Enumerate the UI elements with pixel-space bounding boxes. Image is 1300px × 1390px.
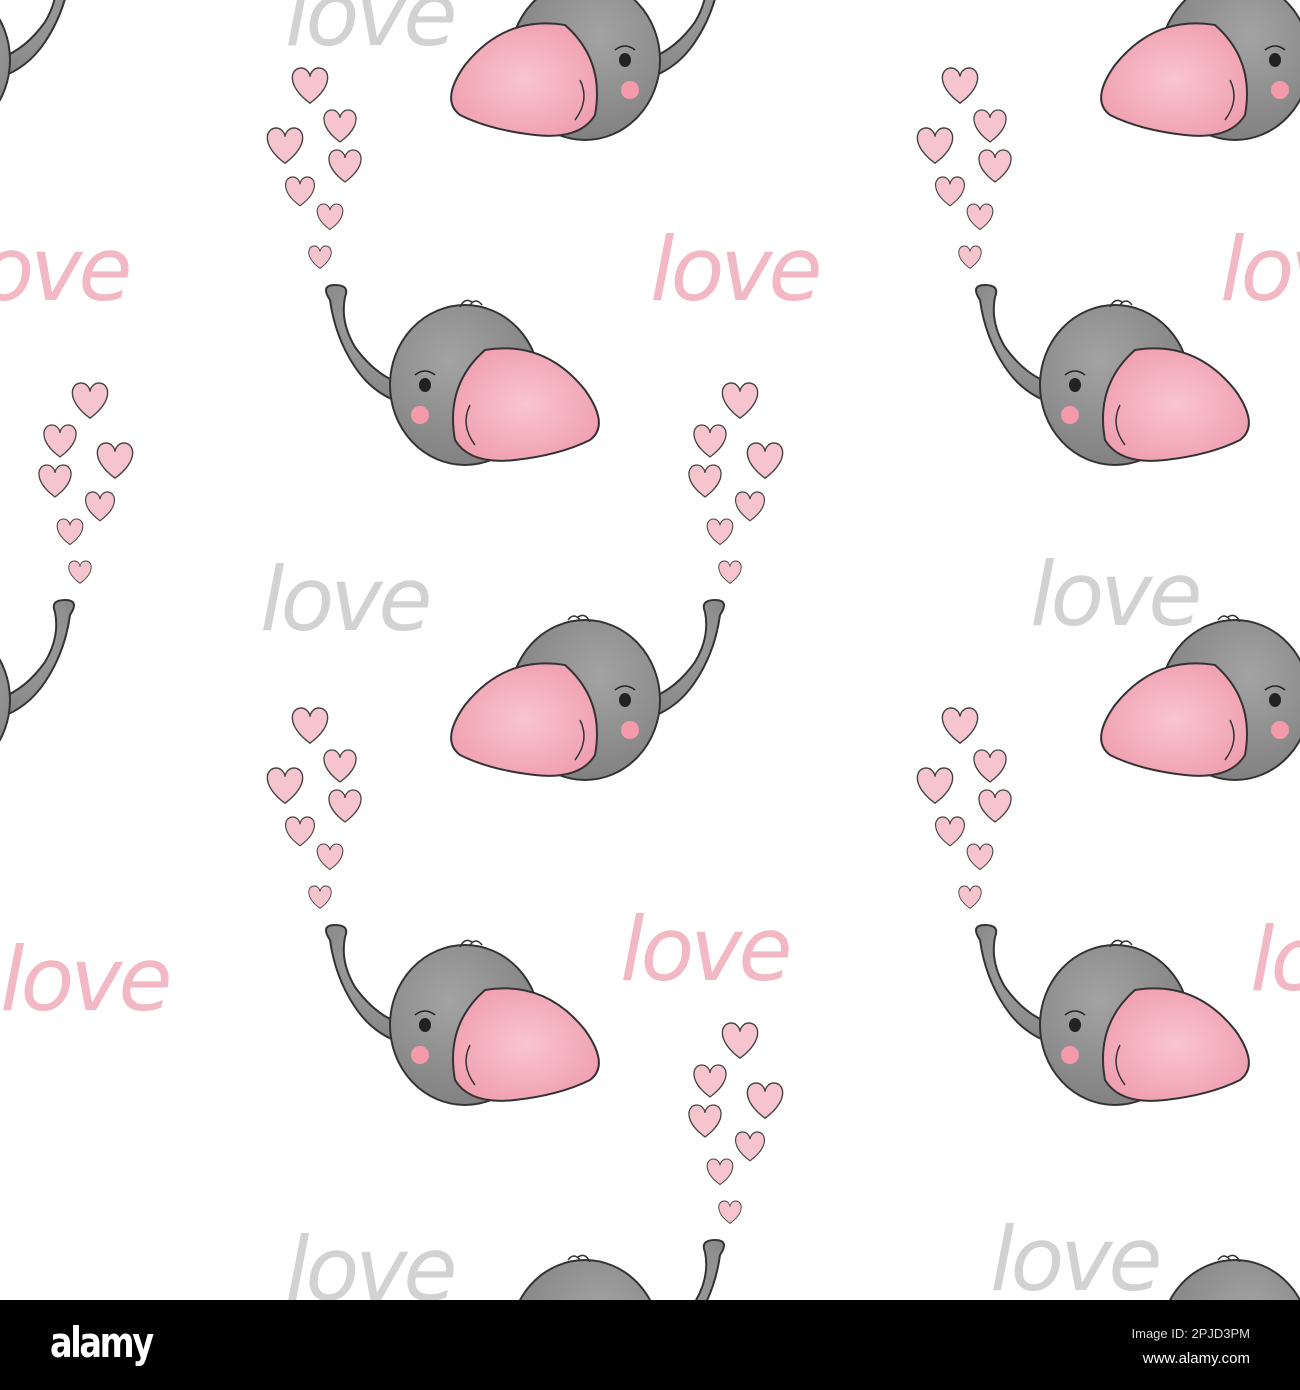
heart-icon (958, 245, 982, 269)
heart-icon (916, 767, 954, 804)
heart-icon (941, 67, 979, 104)
heart-icon (934, 816, 966, 847)
heart-icon (958, 885, 982, 909)
love-lettering: love (260, 548, 429, 651)
heart-icon (706, 518, 734, 546)
heart-icon (96, 442, 134, 479)
elephant-head-icon (450, 0, 725, 141)
love-lettering: love (285, 0, 454, 66)
heart-icon (978, 149, 1012, 183)
love-lettering: love (1030, 543, 1199, 646)
heart-icon (688, 464, 722, 498)
elephant-head-icon (1100, 0, 1300, 141)
pattern-illustration: love love love love love love love love love love… (0, 0, 1300, 1300)
heart-icon (746, 1082, 784, 1119)
heart-icon (746, 442, 784, 479)
love-lettering: love (620, 898, 789, 1001)
heart-icon (328, 149, 362, 183)
heart-icon (718, 1200, 742, 1224)
heart-icon (284, 176, 316, 207)
heart-icon (323, 109, 357, 143)
heart-icon (43, 424, 77, 458)
brand-logo: alamy (50, 1318, 154, 1367)
heart-icon (688, 1104, 722, 1138)
heart-icon (38, 464, 72, 498)
heart-icon (693, 424, 727, 458)
heart-icon (721, 1022, 759, 1059)
love-lettering: love (0, 218, 129, 321)
heart-icon (328, 789, 362, 823)
elephant-head-icon (325, 924, 600, 1106)
heart-icon (291, 707, 329, 744)
elephant-head-icon (450, 599, 725, 781)
heart-icon (284, 816, 316, 847)
heart-icon (56, 518, 84, 546)
heart-icon (941, 707, 979, 744)
heart-icon (323, 749, 357, 783)
heart-icon (973, 749, 1007, 783)
heart-icon (693, 1064, 727, 1098)
heart-icon (978, 789, 1012, 823)
heart-icon (68, 560, 92, 584)
elephant-love-pattern: love love love love love love love love love love… (0, 0, 1300, 1300)
heart-icon (71, 382, 109, 419)
heart-icon (966, 843, 994, 871)
heart-icon (934, 176, 966, 207)
site-url: www.alamy.com (1142, 1350, 1250, 1367)
heart-icon (308, 245, 332, 269)
elephant-head-icon (450, 1239, 725, 1300)
watermark-footer: alamy Image ID: 2PJD3PM www.alamy.com (0, 1300, 1300, 1390)
heart-icon (84, 491, 116, 522)
elephant-head-icon (0, 0, 75, 141)
heart-icon (266, 127, 304, 164)
love-lettering: love (1000, 0, 1169, 16)
heart-icon (734, 491, 766, 522)
image-id: Image ID: 2PJD3PM (1131, 1326, 1251, 1341)
love-lettering: love (650, 218, 819, 321)
heart-icon (734, 1131, 766, 1162)
heart-icon (316, 203, 344, 231)
heart-icon (721, 382, 759, 419)
heart-icon (308, 885, 332, 909)
heart-icon (266, 767, 304, 804)
love-lettering: love (0, 928, 169, 1031)
heart-icon (973, 109, 1007, 143)
heart-icon (916, 127, 954, 164)
love-lettering: love (990, 1208, 1159, 1300)
love-lettering: love (1220, 218, 1300, 321)
heart-icon (316, 843, 344, 871)
heart-icon (718, 560, 742, 584)
elephant-head-icon (0, 599, 75, 781)
love-lettering: love (285, 1218, 454, 1300)
heart-icon (966, 203, 994, 231)
elephant-head-icon (975, 284, 1250, 466)
love-lettering: love (1250, 908, 1300, 1011)
elephant-head-icon (975, 924, 1250, 1106)
elephant-head-icon (325, 284, 600, 466)
heart-icon (706, 1158, 734, 1186)
heart-icon (291, 67, 329, 104)
